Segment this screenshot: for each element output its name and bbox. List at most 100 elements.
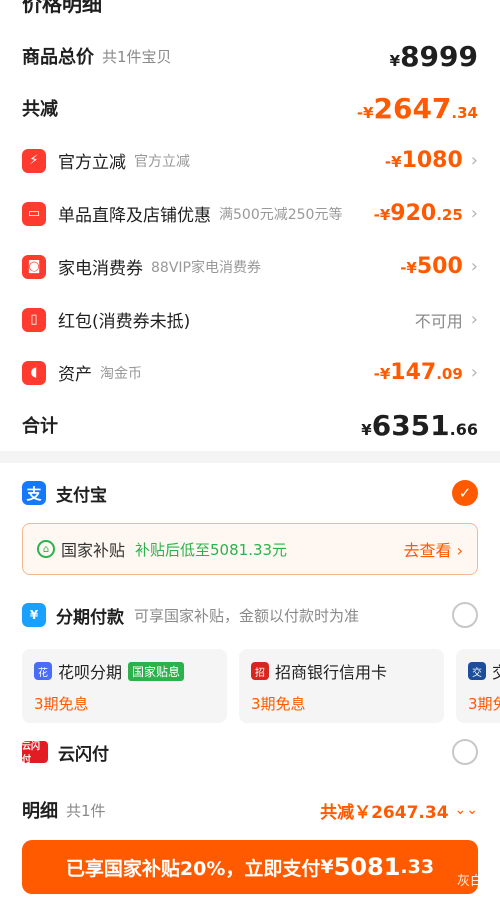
discount-amount: -¥ 147.09 [374,360,463,385]
discount-assets[interactable]: ◖ 资产 淘金币 -¥ 147.09 › [22,346,478,399]
sum-label: 合计 [22,416,58,437]
pay-button-text: 已享国家补贴20%，立即支付 [65,857,321,880]
goods-count-label: 共1件宝贝 [102,47,172,66]
subsidy-view-link[interactable]: 去查看 › [404,537,464,561]
coin-icon: ◖ [22,360,46,385]
unavailable-label: 不可用 [414,311,463,331]
detail-bar[interactable]: 明细 共1件 共减￥2647.34 ⌄⌄ [22,796,478,824]
double-chevron-down-icon: ⌄⌄ [454,802,478,818]
payment-name: 分期付款 [56,607,124,628]
discount-label: 官方立减 [58,153,126,173]
card-label: 花呗分期 [58,663,123,682]
check-selected-icon[interactable]: ✓ [452,480,478,506]
amount-int: 1080 [401,148,463,173]
discount-store[interactable]: ▭ 单品直降及店铺优惠 满500元减250元等 -¥ 920.25 › [22,187,478,240]
payment-unionpay[interactable]: 云闪付 云闪付 [22,723,478,781]
subsidy-icon: ⌂ [37,540,55,558]
detail-count: 共1件 [66,801,106,820]
price-integer: 6351 [371,408,450,442]
goods-total-label: 商品总价 [22,47,94,68]
bolt-icon: ⚡ [22,148,46,173]
title-row: 价格明细 [22,0,478,22]
store-icon: ▭ [22,201,46,226]
alipay-icon: 支 [22,481,46,505]
installment-card-bocom[interactable]: 交 交 3期免 [456,649,500,723]
discount-label: 红包(消费券未抵) [58,312,191,332]
radio-unselected[interactable] [452,739,478,765]
card-sub: 3期免息 [251,695,306,713]
discount-sub: 满500元减250元等 [219,206,343,223]
amount-dec: .25 [436,206,463,224]
total-discount-label: 共减 [22,99,58,120]
installment-card-huabei[interactable]: 花 花呗分期 国家贴息 3期免息 [22,649,227,723]
discount-sub: 淘金币 [100,365,142,382]
minus-yen: -¥ [356,103,374,122]
sum-row: 合计 ¥6351.66 [22,399,478,451]
amount-prefix: -¥ [373,365,391,383]
subsidy-badge: 国家贴息 [128,661,185,681]
bocom-bank-icon: 交 [468,662,486,680]
payment-name: 支付宝 [56,485,107,506]
coupon-icon: ◙ [22,254,46,279]
yen-symbol: ¥ [389,51,401,70]
payment-alipay[interactable]: 支 支付宝 ✓ [22,463,478,523]
chevron-right-icon: › [470,202,478,224]
huabei-icon: 花 [34,662,52,680]
pay-amount-dec: .33 [400,856,435,878]
discount-official[interactable]: ⚡ 官方立减 官方立减 -¥ 1080 › [22,134,478,187]
installment-icon: ¥ [22,603,46,627]
radio-unselected[interactable] [452,602,478,628]
price-integer: 8999 [400,39,478,73]
card-label: 交 [492,659,500,683]
discount-sub: 官方立减 [134,153,190,170]
payment-name: 云闪付 [58,744,109,765]
amount-prefix: -¥ [384,153,402,171]
price-decimal: .66 [449,419,478,439]
payment-installment[interactable]: ¥ 分期付款 可享国家补贴，金额以付款时为准 [22,585,478,645]
discount-label: 家电消费券 [58,259,143,279]
chevron-right-icon: › [470,149,478,171]
card-sub: 3期免 [468,695,500,713]
yen-symbol: ¥ [361,420,372,439]
discount-sub: 88VIP家电消费券 [151,259,261,276]
amount-int: 147 [390,360,437,385]
installment-card-cmb[interactable]: 招 招商银行信用卡 3期免息 [239,649,444,723]
discount-label: 资产 [58,365,92,385]
pay-amount-int: 5081 [333,853,401,881]
amount-int: 500 [416,254,463,279]
pay-now-button[interactable]: 已享国家补贴20%，立即支付 ¥5081.33 [22,840,478,894]
discount-red-packet[interactable]: ▯ 红包(消费券未抵) 不可用 › [22,293,478,346]
discount-label: 单品直降及店铺优惠 [58,206,211,226]
goods-total-price: ¥8999 [390,40,478,73]
discount-amount: -¥ 920.25 [374,201,463,226]
watermark: 灰白呀 [456,874,496,889]
pay-yen: ¥ [320,856,334,878]
sum-price: ¥6351.66 [361,409,478,442]
price-detail-section: 价格明细 商品总价 共1件宝贝 ¥8999 共减 -¥ 2647.34 ⚡ 官方立… [0,0,500,451]
chevron-right-icon: › [470,308,478,330]
red-packet-icon: ▯ [22,307,46,332]
payment-methods: 支 支付宝 ✓ ⌂ 国家补贴 补贴后低至5081.33元 去查看 › ¥ 分期付… [0,463,500,781]
card-label: 招商银行信用卡 [275,663,388,682]
goods-total-row: 商品总价 共1件宝贝 ¥8999 [22,30,478,82]
payment-desc: 可享国家补贴，金额以付款时为准 [134,606,360,625]
discount-appliance-coupon[interactable]: ◙ 家电消费券 88VIP家电消费券 -¥ 500 › [22,240,478,293]
amount-prefix: -¥ [400,259,417,277]
amount-dec: .09 [436,365,463,383]
amount-int: 920 [390,201,437,226]
discount-amount: -¥ 1080 [385,148,463,173]
section-divider [0,451,500,463]
page-title: 价格明细 [22,0,102,16]
subsidy-desc: 补贴后低至5081.33元 [135,540,288,559]
discount-amount: -¥ 500 [400,254,463,279]
total-discount-amount: -¥ 2647.34 [357,92,478,125]
amount-prefix: -¥ [373,206,391,224]
total-discount-row: 共减 -¥ 2647.34 [22,82,478,134]
national-subsidy-banner[interactable]: ⌂ 国家补贴 补贴后低至5081.33元 去查看 › [22,523,478,575]
minus-decimal: .34 [451,103,478,122]
cmb-bank-icon: 招 [251,662,269,680]
minus-integer: 2647 [373,91,452,125]
chevron-right-icon: › [470,255,478,277]
chevron-right-icon: › [470,361,478,383]
unionpay-icon: 云闪付 [22,741,48,765]
